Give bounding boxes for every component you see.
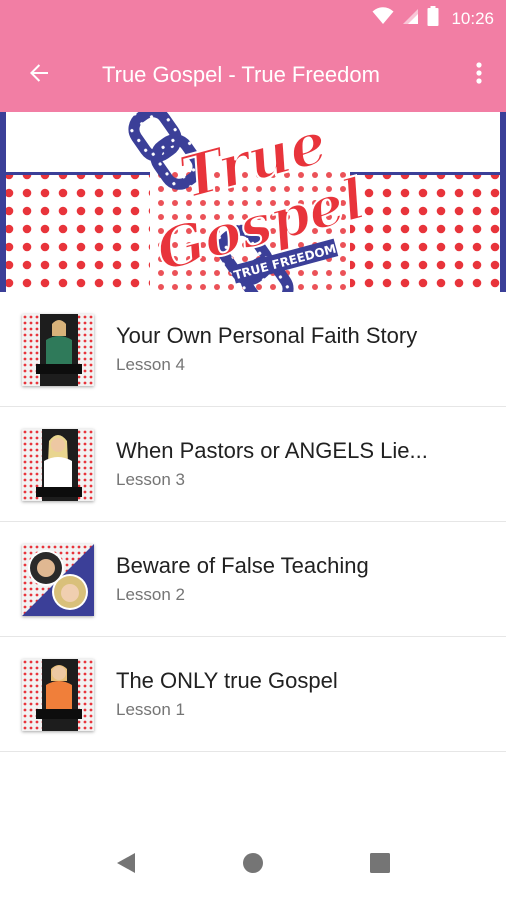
- lesson-title: Beware of False Teaching: [116, 553, 369, 578]
- page-title: True Gospel - True Freedom: [102, 62, 380, 87]
- lesson-thumbnail: [22, 314, 94, 386]
- lesson-title: The ONLY true Gospel: [116, 668, 338, 693]
- wifi-icon: [372, 7, 394, 30]
- more-vert-icon: [476, 61, 482, 90]
- system-nav-bar: [0, 830, 506, 900]
- nav-recents-square-icon: [370, 852, 390, 878]
- lesson-subtitle: Lesson 3: [116, 470, 185, 489]
- overflow-menu-button[interactable]: [466, 56, 492, 94]
- lesson-subtitle: Lesson 4: [116, 355, 185, 374]
- lesson-thumbnail: [22, 544, 94, 616]
- list-item[interactable]: When Pastors or ANGELS Lie... Lesson 3: [0, 407, 506, 522]
- nav-back-button[interactable]: [111, 850, 141, 880]
- app-bar: True Gospel - True Freedom: [0, 37, 506, 112]
- nav-home-button[interactable]: [238, 850, 268, 880]
- nav-back-triangle-icon: [116, 852, 136, 879]
- course-banner: True Gospel TRUE FREEDOM: [0, 112, 506, 292]
- lesson-title: Your Own Personal Faith Story: [116, 323, 418, 348]
- lesson-title: When Pastors or ANGELS Lie...: [116, 438, 428, 463]
- cell-signal-icon: [402, 8, 419, 30]
- list-item[interactable]: Beware of False Teaching Lesson 2: [0, 522, 506, 637]
- arrow-back-icon: [27, 61, 51, 90]
- lesson-list: Your Own Personal Faith Story Lesson 4 W…: [0, 292, 506, 752]
- status-bar: 10:26: [0, 0, 506, 37]
- nav-recents-button[interactable]: [365, 850, 395, 880]
- battery-icon: [427, 6, 439, 31]
- lesson-subtitle: Lesson 1: [116, 700, 185, 719]
- list-item[interactable]: The ONLY true Gospel Lesson 1: [0, 637, 506, 752]
- lesson-thumbnail: [22, 659, 94, 731]
- list-item[interactable]: Your Own Personal Faith Story Lesson 4: [0, 292, 506, 407]
- lesson-subtitle: Lesson 2: [116, 585, 185, 604]
- status-time: 10:26: [451, 8, 494, 28]
- back-button[interactable]: [20, 56, 58, 94]
- nav-home-circle-icon: [242, 852, 264, 879]
- status-icons: 10:26: [372, 0, 494, 37]
- lesson-thumbnail: [22, 429, 94, 501]
